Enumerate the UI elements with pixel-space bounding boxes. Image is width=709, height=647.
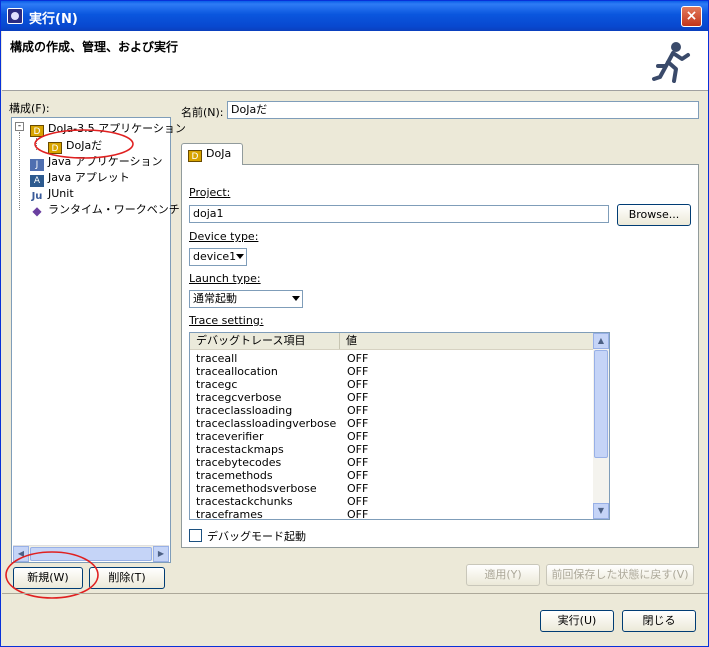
tab-doja[interactable]: D DoJa xyxy=(181,143,243,165)
tree-item-java-applet[interactable]: A Java アプレット xyxy=(30,170,130,187)
tree-guide xyxy=(19,132,20,210)
table-vertical-scrollbar[interactable]: ▲ ▼ xyxy=(593,333,609,519)
chevron-down-icon xyxy=(236,254,244,259)
name-label: 名前(N): xyxy=(181,106,224,119)
eclipse-icon xyxy=(7,8,23,24)
table-row[interactable]: traceclassloadingverbose OFF xyxy=(190,417,595,430)
trace-item-value[interactable]: OFF xyxy=(347,495,368,508)
launch-type-value: 通常起動 xyxy=(193,292,237,305)
trace-item-name: traceall xyxy=(196,352,238,365)
title-bar[interactable]: 実行(N) × xyxy=(1,1,708,31)
table-row[interactable]: tracestackmaps OFF xyxy=(190,443,595,456)
trace-item-name: tracegcverbose xyxy=(196,391,282,404)
table-row[interactable]: traceallocation OFF xyxy=(190,365,595,378)
run-button[interactable]: 実行(U) xyxy=(540,610,614,632)
trace-item-value[interactable]: OFF xyxy=(347,469,368,482)
table-row[interactable]: tracestackchunks OFF xyxy=(190,495,595,508)
trace-setting-table[interactable]: デバッグトレース項目 値 traceall OFF traceallocation O… xyxy=(189,332,610,520)
table-row[interactable]: tracemethods OFF xyxy=(190,469,595,482)
run-dialog: 実行(N) × 構成の作成、管理、および実行 構成(F): - D DoJa-3.… xyxy=(0,0,709,647)
table-row[interactable]: traceverifier OFF xyxy=(190,430,595,443)
scroll-right-icon[interactable]: ▶ xyxy=(153,546,169,562)
scroll-thumb[interactable] xyxy=(594,350,608,458)
trace-item-name: tracebytecodes xyxy=(196,456,282,469)
table-row[interactable]: tracegc OFF xyxy=(190,378,595,391)
trace-item-name: tracemethodsverbose xyxy=(196,482,317,495)
table-row[interactable]: traceframes OFF xyxy=(190,508,595,520)
trace-item-value[interactable]: OFF xyxy=(347,391,368,404)
doja-icon: D xyxy=(188,150,202,162)
window-title: 実行(N) xyxy=(29,12,78,27)
close-button[interactable]: 閉じる xyxy=(622,610,696,632)
runner-icon xyxy=(652,42,690,83)
trace-item-value[interactable]: OFF xyxy=(347,443,368,456)
chevron-down-icon xyxy=(292,296,300,301)
annotation-circle-selected xyxy=(34,129,134,159)
table-row[interactable]: traceclassloading OFF xyxy=(190,404,595,417)
banner-title: 構成の作成、管理、および実行 xyxy=(10,40,179,54)
trace-item-name: traceverifier xyxy=(196,430,264,443)
trace-item-value[interactable]: OFF xyxy=(347,456,368,469)
launch-type-select[interactable]: 通常起動 xyxy=(189,290,303,308)
table-header: デバッグトレース項目 値 xyxy=(190,333,595,350)
device-type-value: device1 xyxy=(193,250,237,263)
trace-item-value[interactable]: OFF xyxy=(347,508,368,519)
configuration-tree[interactable]: - D DoJa-3.5 アプリケーション D DoJaだ J Java アプリケーシ… xyxy=(11,117,186,563)
runtime-workbench-icon: ◆ xyxy=(32,204,42,218)
trace-item-value[interactable]: OFF xyxy=(347,378,368,391)
device-type-label: Device type: xyxy=(189,230,259,243)
trace-item-name: traceclassloadingverbose xyxy=(196,417,337,430)
trace-item-name: tracemethods xyxy=(196,469,273,482)
project-input[interactable]: doja1 xyxy=(189,205,609,223)
revert-button[interactable]: 前回保存した状態に戻す(V) xyxy=(546,564,694,586)
divider xyxy=(2,593,708,594)
trace-item-name: traceframes xyxy=(196,508,263,520)
column-header-item[interactable]: デバッグトレース項目 xyxy=(190,333,340,349)
close-window-button[interactable]: × xyxy=(681,6,702,27)
scroll-down-icon[interactable]: ▼ xyxy=(593,503,609,519)
trace-item-name: tracestackmaps xyxy=(196,443,284,456)
trace-item-value[interactable]: OFF xyxy=(347,365,368,378)
trace-item-value[interactable]: OFF xyxy=(347,404,368,417)
tree-item-label: ランタイム・ワークベンチ xyxy=(48,203,180,216)
table-row[interactable]: tracemethodsverbose OFF xyxy=(190,482,595,495)
trace-item-value[interactable]: OFF xyxy=(347,482,368,495)
tab-label: DoJa xyxy=(206,147,232,160)
tree-label: 構成(F): xyxy=(9,102,50,115)
collapse-icon[interactable]: - xyxy=(15,122,24,131)
browse-button[interactable]: Browse... xyxy=(617,204,691,226)
table-row[interactable]: tracegcverbose OFF xyxy=(190,391,595,404)
trace-item-name: traceallocation xyxy=(196,365,278,378)
trace-item-name: traceclassloading xyxy=(196,404,293,417)
column-header-value[interactable]: 値 xyxy=(340,333,595,349)
apply-button[interactable]: 適用(Y) xyxy=(466,564,540,586)
project-label: Project: xyxy=(189,186,231,199)
scroll-up-icon[interactable]: ▲ xyxy=(593,333,609,349)
table-row[interactable]: traceall OFF xyxy=(190,352,595,365)
name-input[interactable]: DoJaだ xyxy=(227,101,699,119)
trace-item-name: tracegc xyxy=(196,378,238,391)
banner: 構成の作成、管理、および実行 xyxy=(2,31,708,91)
tree-item-label: JUnit xyxy=(48,187,74,200)
launch-type-label: Launch type: xyxy=(189,272,261,285)
debug-mode-checkbox[interactable] xyxy=(189,529,202,542)
trace-item-value[interactable]: OFF xyxy=(347,417,368,430)
debug-mode-label: デバッグモード起動 xyxy=(207,530,306,543)
device-type-select[interactable]: device1 xyxy=(189,248,247,266)
tree-item-runtime-workbench[interactable]: ◆ ランタイム・ワークベンチ xyxy=(30,202,180,218)
tree-item-label: Java アプレット xyxy=(48,171,130,184)
trace-setting-label: Trace setting: xyxy=(189,314,264,327)
trace-item-value[interactable]: OFF xyxy=(347,352,368,365)
trace-item-value[interactable]: OFF xyxy=(347,430,368,443)
tree-item-junit[interactable]: Ju JUnit xyxy=(30,186,74,202)
trace-item-name: tracestackchunks xyxy=(196,495,293,508)
table-row[interactable]: tracebytecodes OFF xyxy=(190,456,595,469)
